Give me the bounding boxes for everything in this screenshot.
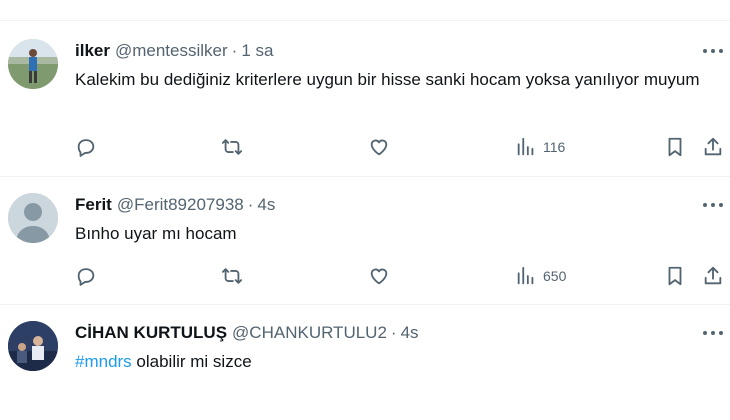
views-bar-chart-icon <box>517 137 534 156</box>
heart-icon <box>370 268 388 285</box>
timestamp[interactable]: 4s <box>257 195 275 215</box>
like-button[interactable] <box>368 135 390 159</box>
timestamp[interactable]: 4s <box>401 323 419 343</box>
bookmark-button[interactable] <box>664 264 686 288</box>
tweet-text-rest: olabilir mi sizce <box>131 352 252 371</box>
author-name[interactable]: CİHAN KURTULUŞ <box>75 323 227 343</box>
tweet-cihan[interactable]: CİHAN KURTULUŞ @CHANKURTULU2 · 4s #mndrs… <box>0 305 730 420</box>
more-dots-icon[interactable] <box>700 325 726 341</box>
bookmark-button[interactable] <box>664 135 686 159</box>
tweet-header: Ferit @Ferit89207938 · 4s <box>75 194 275 216</box>
separator-dot: · <box>231 41 238 60</box>
reply-icon <box>77 268 95 286</box>
views-button[interactable]: 116 <box>515 135 565 159</box>
avatar[interactable] <box>8 39 58 89</box>
author-handle[interactable]: @mentessilker <box>115 41 228 61</box>
author-name[interactable]: Ferit <box>75 195 112 215</box>
share-icon <box>704 137 722 156</box>
avatar[interactable] <box>8 321 58 371</box>
reply-button[interactable] <box>75 264 97 288</box>
retweet-button[interactable] <box>221 264 243 288</box>
hashtag-link[interactable]: #mndrs <box>75 352 132 371</box>
tweet-header: CİHAN KURTULUŞ @CHANKURTULU2 · 4s <box>75 322 419 344</box>
share-icon <box>704 266 722 285</box>
retweet-button[interactable] <box>221 135 243 159</box>
separator-dot: · <box>390 323 397 342</box>
views-count: 650 <box>543 268 567 284</box>
tweet-text: Bınho uyar mı hocam <box>75 224 237 243</box>
reply-icon <box>77 139 95 157</box>
more-dots-icon[interactable] <box>700 197 726 213</box>
avatar[interactable] <box>8 193 58 243</box>
tweet-ilker[interactable]: ilker @mentessilker · 1 sa Kalekim bu de… <box>0 21 730 176</box>
heart-icon <box>370 139 388 156</box>
author-name[interactable]: ilker <box>75 41 110 61</box>
views-count: 116 <box>543 139 566 155</box>
views-button[interactable]: 650 <box>515 264 566 288</box>
share-button[interactable] <box>702 135 724 159</box>
timestamp[interactable]: 1 sa <box>241 41 273 61</box>
author-handle[interactable]: @Ferit89207938 <box>117 195 244 215</box>
reply-button[interactable] <box>75 135 97 159</box>
separator-dot: · <box>247 195 254 214</box>
bookmark-icon <box>668 266 682 286</box>
retweet-icon <box>221 139 243 155</box>
action-bar: 116 <box>0 135 730 159</box>
action-bar: 650 <box>0 264 730 288</box>
retweet-icon <box>221 268 243 284</box>
tweet-header: ilker @mentessilker · 1 sa <box>75 40 273 62</box>
tweet-text: #mndrs olabilir mi sizce <box>75 350 720 374</box>
share-button[interactable] <box>702 264 724 288</box>
tweet-ferit[interactable]: Ferit @Ferit89207938 · 4s Bınho uyar mı … <box>0 177 730 304</box>
author-handle[interactable]: @CHANKURTULU2 <box>232 323 387 343</box>
bookmark-icon <box>668 137 682 157</box>
more-dots-icon[interactable] <box>700 43 726 59</box>
views-bar-chart-icon <box>517 266 534 285</box>
like-button[interactable] <box>368 264 390 288</box>
tweet-text: Kalekim bu dediğiniz kriterlere uygun bi… <box>75 70 700 89</box>
reply-thread: ilker @mentessilker · 1 sa Kalekim bu de… <box>0 0 730 420</box>
